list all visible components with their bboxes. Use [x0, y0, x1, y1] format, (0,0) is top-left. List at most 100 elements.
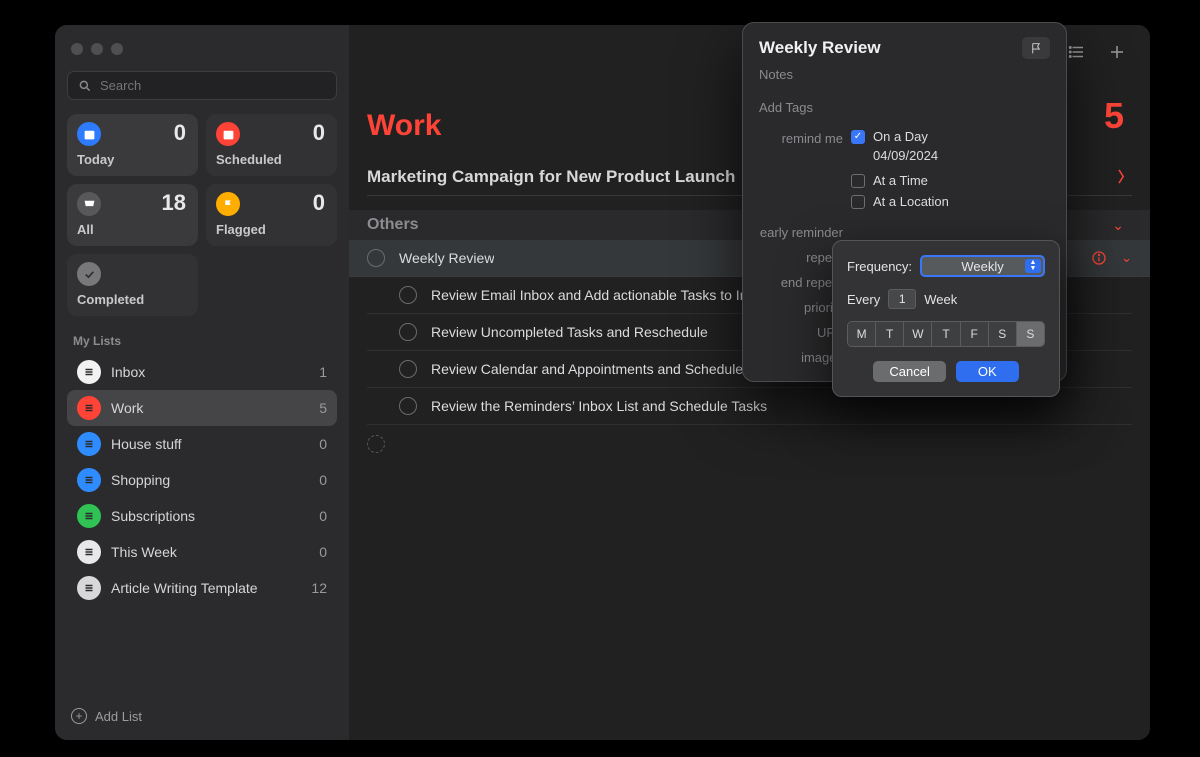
every-label: Every	[847, 292, 880, 307]
every-unit: Week	[924, 292, 957, 307]
plus-circle-icon: +	[71, 708, 87, 724]
at-a-location-label: At a Location	[873, 194, 949, 209]
task-title: Weekly Review	[399, 250, 494, 266]
flag-button[interactable]	[1022, 37, 1050, 59]
checkmark-circle-icon	[77, 262, 101, 286]
at-a-time-option[interactable]: At a Time	[851, 173, 1050, 188]
list-row-work[interactable]: Work5	[67, 390, 337, 426]
list-count: 5	[1104, 95, 1124, 137]
list-bullet-icon	[77, 396, 101, 420]
search-icon	[78, 79, 92, 93]
chevron-down-icon: ⌄	[1112, 217, 1124, 234]
window-traffic-lights	[67, 37, 337, 71]
task-radio[interactable]	[367, 249, 385, 267]
search-input[interactable]	[100, 78, 326, 93]
chevron-down-icon[interactable]: ⌄	[1121, 250, 1132, 266]
list-count: 0	[319, 436, 327, 452]
date-field[interactable]: 04/09/2024	[873, 148, 1050, 163]
traffic-zoom[interactable]	[111, 43, 123, 55]
add-reminder-icon[interactable]	[1108, 43, 1126, 61]
weekday-2[interactable]: W	[904, 322, 932, 346]
list-bullet-icon	[77, 540, 101, 564]
tags-field[interactable]: Add Tags	[759, 100, 1050, 115]
list-name: Work	[111, 400, 143, 416]
task-title: Review Email Inbox and Add actionable Ta…	[431, 287, 770, 303]
smart-scheduled-label: Scheduled	[216, 152, 325, 167]
traffic-close[interactable]	[71, 43, 83, 55]
smart-all[interactable]: 18 All	[67, 184, 198, 246]
my-lists-header: My Lists	[73, 334, 331, 348]
weekday-6[interactable]: S	[1017, 322, 1044, 346]
info-icon[interactable]	[1091, 250, 1107, 266]
list-bullet-icon	[77, 576, 101, 600]
calendar-scheduled-icon	[216, 122, 240, 146]
checkbox-icon	[851, 174, 865, 188]
list-bullet-icon	[77, 468, 101, 492]
early-reminder-label: early reminder	[759, 223, 851, 240]
frequency-label: Frequency:	[847, 259, 912, 274]
weekday-5[interactable]: S	[989, 322, 1017, 346]
task-radio[interactable]	[399, 397, 417, 415]
ok-button[interactable]: OK	[956, 361, 1019, 382]
list-name: Shopping	[111, 472, 170, 488]
list-row-house-stuff[interactable]: House stuff 0	[67, 426, 337, 462]
smart-today-count: 0	[174, 120, 186, 146]
list-bullet-icon	[77, 504, 101, 528]
frequency-select[interactable]: Weekly ▲▼	[920, 255, 1045, 277]
task-radio[interactable]	[399, 286, 417, 304]
list-count: 0	[319, 508, 327, 524]
list-count: 12	[311, 580, 327, 596]
task-title: Review the Reminders’ Inbox List and Sch…	[431, 398, 767, 414]
task-radio[interactable]	[399, 360, 417, 378]
smart-scheduled[interactable]: 0 Scheduled	[206, 114, 337, 176]
on-a-day-option[interactable]: ✓ On a Day	[851, 129, 1050, 144]
flag-outline-icon	[1030, 42, 1043, 55]
every-input[interactable]	[888, 289, 916, 309]
checkbox-icon	[851, 195, 865, 209]
weekday-3[interactable]: T	[932, 322, 960, 346]
list-row-subscriptions[interactable]: Subscriptions0	[67, 498, 337, 534]
list-name: Article Writing Template	[111, 580, 258, 596]
list-count: 0	[319, 472, 327, 488]
cancel-button[interactable]: Cancel	[873, 361, 945, 382]
inspector-title[interactable]: Weekly Review	[759, 38, 881, 58]
at-a-time-label: At a Time	[873, 173, 928, 188]
frequency-popover: Frequency: Weekly ▲▼ Every Week MTWTFSS …	[832, 240, 1060, 397]
list-row-inbox[interactable]: Inbox 1	[67, 354, 337, 390]
select-caret-icon: ▲▼	[1025, 259, 1041, 273]
list-bullet-icon	[77, 360, 101, 384]
task-radio[interactable]	[399, 323, 417, 341]
my-lists-container: Inbox1Work5House stuff0Shopping0Subscrip…	[67, 354, 337, 606]
list-count: 1	[319, 364, 327, 380]
new-task-placeholder[interactable]	[367, 435, 385, 453]
smart-all-label: All	[77, 222, 186, 237]
smart-today[interactable]: 0 Today	[67, 114, 198, 176]
list-row-this-week[interactable]: This Week0	[67, 534, 337, 570]
notes-field[interactable]: Notes	[759, 67, 1050, 82]
search-field[interactable]	[67, 71, 337, 100]
smart-completed[interactable]: Completed	[67, 254, 198, 316]
list-name: House stuff	[111, 436, 182, 452]
weekday-4[interactable]: F	[961, 322, 989, 346]
smart-flagged-label: Flagged	[216, 222, 325, 237]
flag-icon	[216, 192, 240, 216]
tray-icon	[77, 192, 101, 216]
weekday-0[interactable]: M	[848, 322, 876, 346]
sidebar: 0 Today 0 Scheduled 18 All	[55, 25, 349, 740]
checkbox-checked-icon: ✓	[851, 130, 865, 144]
weekday-1[interactable]: T	[876, 322, 904, 346]
add-list-button[interactable]: + Add List	[67, 702, 337, 730]
calendar-today-icon	[77, 122, 101, 146]
view-options-icon[interactable]	[1068, 43, 1086, 61]
task-title: Review Uncompleted Tasks and Reschedule	[431, 324, 708, 340]
traffic-minimize[interactable]	[91, 43, 103, 55]
others-label: Others	[367, 216, 419, 234]
weekday-selector: MTWTFSS	[847, 321, 1045, 347]
smart-flagged[interactable]: 0 Flagged	[206, 184, 337, 246]
list-row-shopping[interactable]: Shopping 0	[67, 462, 337, 498]
list-name: Inbox	[111, 364, 145, 380]
at-a-location-option[interactable]: At a Location	[851, 194, 1050, 209]
on-a-day-label: On a Day	[873, 129, 928, 144]
list-row-article-writing-template[interactable]: Article Writing Template 12	[67, 570, 337, 606]
frequency-value: Weekly	[961, 259, 1003, 274]
